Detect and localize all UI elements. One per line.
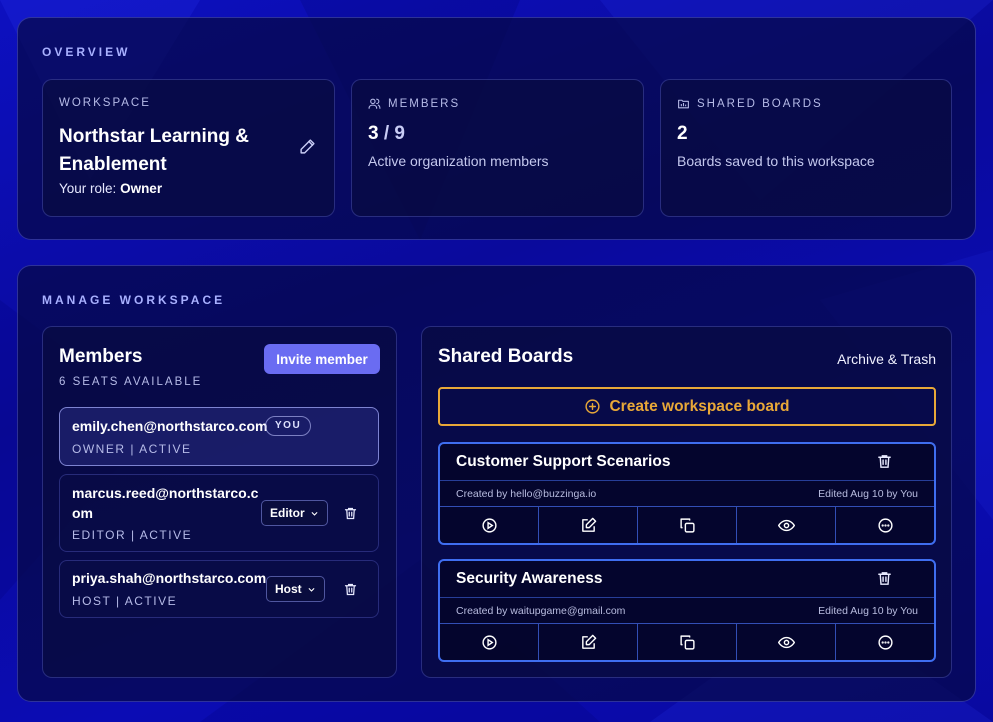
board-actions [440, 506, 934, 543]
members-label-text: MEMBERS [388, 97, 461, 110]
workspace-role: Your role: Owner [59, 181, 162, 196]
board-edited: Edited Aug 10 by You [818, 488, 918, 500]
pencil-icon[interactable] [299, 138, 316, 155]
copy-icon [679, 517, 695, 533]
members-panel-title: Members [59, 346, 143, 367]
shared-boards-subtitle: Boards saved to this workspace [677, 153, 875, 169]
edit-icon [581, 634, 596, 649]
members-count-value: 3 [368, 123, 379, 144]
chevron-down-icon [311, 511, 318, 516]
edit-button[interactable] [539, 507, 638, 543]
member-item: priya.shah@northstarco.com HOST | ACTIVE… [59, 560, 379, 618]
board-actions [440, 623, 934, 660]
edit-button[interactable] [539, 624, 638, 660]
play-icon [481, 634, 497, 650]
member-status: EDITOR | ACTIVE [72, 528, 193, 542]
play-button[interactable] [440, 624, 539, 660]
create-workspace-board-button[interactable]: Create workspace board [438, 387, 936, 426]
overview-title: OVERVIEW [42, 45, 131, 59]
trash-icon[interactable] [343, 582, 358, 597]
preview-button[interactable] [737, 624, 836, 660]
copy-button[interactable] [638, 624, 737, 660]
board-meta: Created by hello@buzzinga.io Edited Aug … [440, 480, 934, 506]
role-select-value: Host [275, 582, 302, 596]
copy-icon [679, 634, 695, 650]
trash-icon[interactable] [876, 570, 893, 587]
shared-boards-title: Shared Boards [438, 346, 574, 367]
edit-icon [581, 517, 596, 532]
board-creator: Created by hello@buzzinga.io [456, 488, 597, 500]
eye-icon [777, 519, 795, 531]
archive-trash-link[interactable]: Archive & Trash [837, 351, 936, 367]
more-button[interactable] [836, 507, 934, 543]
play-button[interactable] [440, 507, 539, 543]
board-meta: Created by waitupgame@gmail.com Edited A… [440, 597, 934, 623]
copy-button[interactable] [638, 507, 737, 543]
you-badge: YOU [265, 416, 312, 436]
members-label: MEMBERS [368, 97, 460, 110]
members-count: 3 / 9 [368, 123, 405, 145]
workspace-card: WORKSPACE Northstar Learning & Enablemen… [42, 79, 335, 217]
members-panel: Members 6 SEATS AVAILABLE Invite member … [42, 326, 397, 678]
preview-button[interactable] [737, 507, 836, 543]
member-status: OWNER | ACTIVE [72, 442, 192, 456]
invite-member-button[interactable]: Invite member [264, 344, 380, 374]
board-title: Security Awareness [456, 570, 603, 587]
users-icon [368, 98, 381, 109]
shared-boards-panel: Shared Boards Archive & Trash Create wor… [421, 326, 952, 678]
member-status: HOST | ACTIVE [72, 594, 178, 608]
chevron-down-icon [308, 587, 315, 592]
shared-boards-card: SHARED BOARDS 2 Boards saved to this wor… [660, 79, 952, 217]
trash-icon[interactable] [876, 453, 893, 470]
role-select-host[interactable]: Host [266, 576, 325, 602]
members-total: / 9 [383, 123, 405, 144]
manage-workspace-panel: MANAGE WORKSPACE Members 6 SEATS AVAILAB… [17, 265, 976, 702]
manage-workspace-title: MANAGE WORKSPACE [42, 293, 226, 307]
shared-boards-count: 2 [677, 123, 688, 144]
role-select-value: Editor [270, 506, 305, 520]
more-icon [877, 634, 893, 650]
shared-boards-label: SHARED BOARDS [677, 97, 823, 110]
members-subtitle: Active organization members [368, 153, 549, 169]
member-item: marcus.reed@northstarco.com EDITOR | ACT… [59, 474, 379, 552]
board-creator: Created by waitupgame@gmail.com [456, 605, 626, 617]
shared-boards-label-text: SHARED BOARDS [697, 97, 823, 110]
more-button[interactable] [836, 624, 934, 660]
member-item[interactable]: emily.chen@northstarco.com YOU OWNER | A… [59, 407, 379, 466]
create-board-label: Create workspace board [609, 397, 790, 415]
eye-icon [777, 636, 795, 648]
plus-circle-icon [585, 399, 601, 414]
members-card: MEMBERS 3 / 9 Active organization member… [351, 79, 644, 217]
workspace-label: WORKSPACE [59, 97, 151, 109]
play-icon [481, 517, 497, 533]
overview-panel: OVERVIEW WORKSPACE Northstar Learning & … [17, 17, 976, 240]
member-email: emily.chen@northstarco.com [72, 418, 268, 434]
workspace-role-prefix: Your role: [59, 181, 117, 196]
board-edited: Edited Aug 10 by You [818, 605, 918, 617]
seats-available: 6 SEATS AVAILABLE [59, 376, 203, 388]
member-email: priya.shah@northstarco.com [72, 570, 267, 586]
trash-icon[interactable] [343, 506, 358, 521]
board-card: Customer Support Scenarios Created by he… [438, 442, 936, 545]
more-icon [877, 517, 893, 533]
board-card: Security Awareness Created by waitupgame… [438, 559, 936, 662]
board-title: Customer Support Scenarios [456, 453, 671, 470]
member-email: marcus.reed@northstarco.com [72, 485, 259, 521]
folder-icon [678, 99, 689, 109]
role-select-editor[interactable]: Editor [261, 500, 328, 526]
workspace-name: Northstar Learning & Enablement [59, 126, 250, 175]
workspace-role-value: Owner [120, 181, 163, 196]
